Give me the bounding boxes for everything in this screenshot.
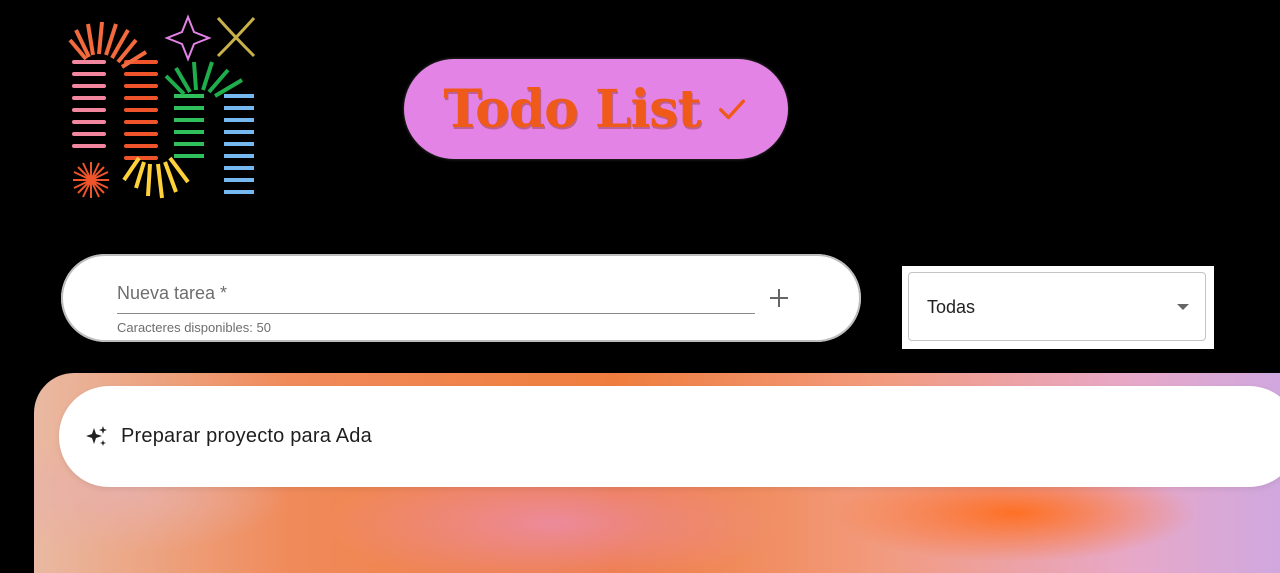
app-logo: [68, 14, 256, 199]
logo-cross: [216, 16, 256, 58]
filter-select[interactable]: Todas: [908, 272, 1206, 341]
dropdown-arrow-icon: [1177, 304, 1189, 310]
new-task-form: Nueva tarea * Caracteres disponibles: 50: [61, 254, 861, 342]
char-counter: Caracteres disponibles: 50: [117, 320, 271, 335]
check-icon: [718, 99, 745, 120]
title-banner: Todo List: [404, 59, 788, 159]
task-item[interactable]: Preparar proyecto para Ada: [59, 386, 1280, 487]
input-underline: [117, 313, 755, 314]
task-text: Preparar proyecto para Ada: [121, 425, 372, 447]
page-title: Todo List: [443, 78, 701, 140]
logo-star: [164, 14, 212, 62]
add-task-button[interactable]: [765, 284, 793, 312]
plus-icon: [770, 289, 788, 307]
new-task-input[interactable]: Nueva tarea *: [117, 283, 227, 304]
sparkle-icon: [86, 426, 107, 446]
logo-arch-green: [164, 61, 244, 98]
filter-container: Todas: [902, 266, 1214, 349]
logo-spring-left: [72, 60, 158, 160]
filter-selected-value: Todas: [927, 297, 976, 317]
logo-burst: [73, 162, 109, 198]
logo-arch-bottom: [122, 156, 190, 199]
